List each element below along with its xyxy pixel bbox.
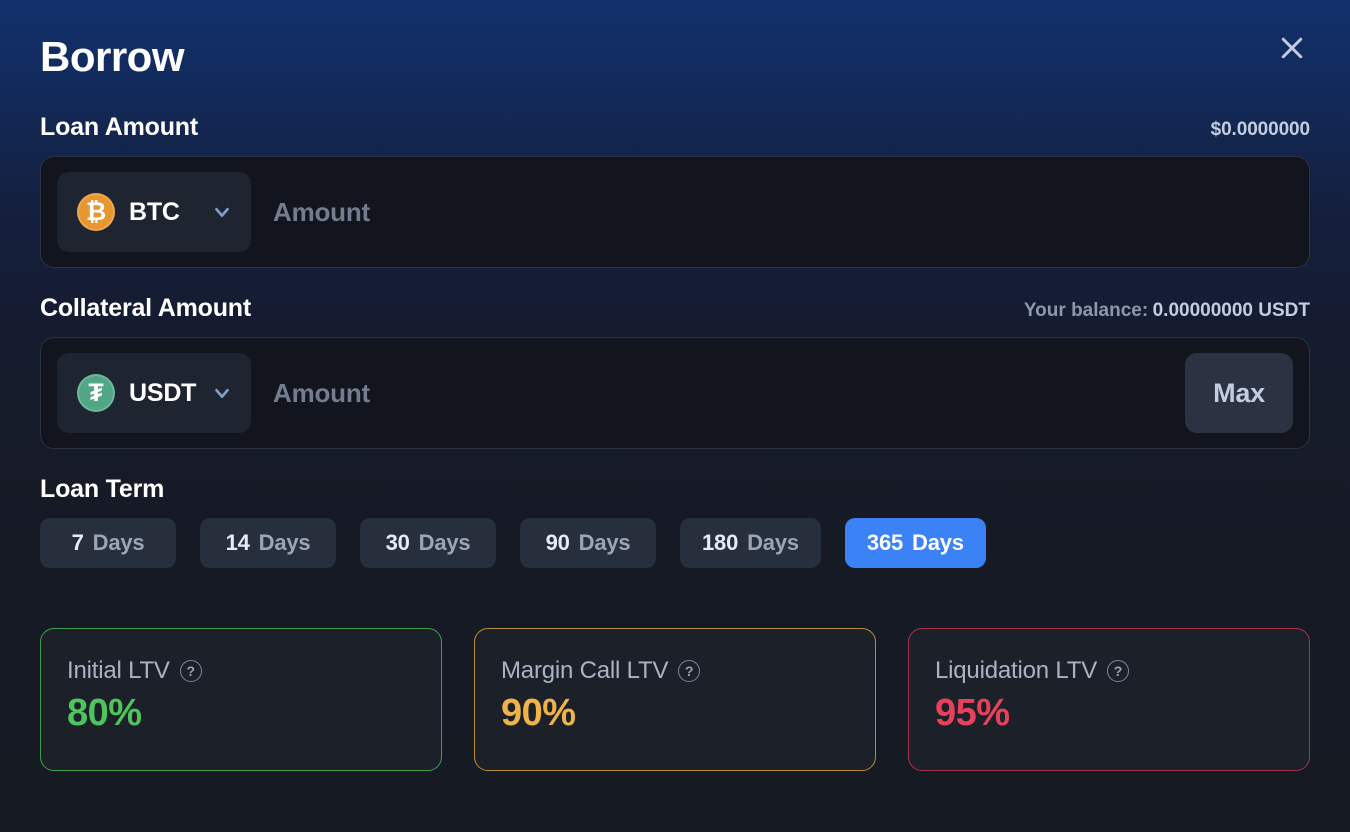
loan-term-options: 7 Days 14 Days 30 Days 90 Days 180 Days 365 Days	[40, 518, 1310, 568]
ltv-card-header: Liquidation LTV?	[935, 657, 1283, 685]
collateral-input-group: ₮ USDT Max	[40, 337, 1310, 449]
ltv-card: Liquidation LTV? 95%	[908, 628, 1310, 771]
loan-term-value: 14	[225, 530, 250, 555]
ltv-card-value: 95%	[935, 692, 1010, 734]
loan-term-value: 180	[702, 530, 739, 555]
loan-asset-label: BTC	[129, 197, 180, 226]
loan-amount-header: Loan Amount $0.0000000	[40, 113, 1310, 142]
ltv-card-header: Initial LTV?	[67, 657, 415, 685]
loan-term-unit: Days	[258, 530, 311, 555]
loan-term-option-180[interactable]: 180 Days	[680, 518, 821, 568]
collateral-amount-header: Collateral Amount Your balance: 0.000000…	[40, 294, 1310, 323]
loan-asset-selector[interactable]: ₿ BTC	[57, 172, 251, 252]
loan-term-value: 7	[71, 530, 84, 555]
loan-term-unit: Days	[747, 530, 799, 555]
loan-term-unit: Days	[418, 530, 471, 555]
loan-term-option-90[interactable]: 90 Days	[520, 518, 656, 568]
loan-amount-input-group: ₿ BTC	[40, 156, 1310, 268]
borrow-modal: Borrow Loan Amount $0.0000000 ₿ BTC Amou…	[0, 0, 1350, 832]
loan-term-header: Loan Term	[40, 475, 1310, 504]
loan-term-option-7[interactable]: 7 Days	[40, 518, 176, 568]
balance-label: Your balance:	[1023, 300, 1149, 321]
loan-term-value: 30	[385, 530, 410, 555]
ltv-card-title: Margin Call LTV	[501, 657, 669, 684]
loan-term-option-365[interactable]: 365 Days	[844, 518, 986, 568]
collateral-amount-input[interactable]	[251, 338, 1186, 448]
ltv-card: Margin Call LTV? 90%	[474, 628, 876, 771]
ltv-card-header: Margin Call LTV?	[501, 657, 849, 685]
tether-icon: ₮	[77, 374, 115, 412]
modal-body: Loan Amount $0.0000000 ₿ BTC Collateral …	[0, 113, 1350, 771]
close-icon[interactable]	[1272, 28, 1312, 68]
modal-header: Borrow	[0, 0, 1350, 113]
chevron-down-icon	[211, 382, 233, 404]
collateral-amount-label: Collateral Amount	[40, 294, 251, 322]
loan-term-option-14[interactable]: 14 Days	[200, 518, 336, 568]
loan-term-unit: Days	[578, 530, 631, 555]
bitcoin-icon: ₿	[77, 193, 115, 231]
loan-amount-usd-value: $0.0000000	[1210, 119, 1310, 140]
loan-term-label: Loan Term	[40, 475, 165, 503]
loan-term-value: 365	[866, 530, 904, 555]
loan-term-value: 90	[545, 530, 570, 555]
collateral-asset-label: USDT	[129, 378, 197, 407]
ltv-card-value: 80%	[67, 692, 142, 734]
collateral-asset-selector[interactable]: ₮ USDT	[57, 353, 251, 433]
ltv-card-title: Initial LTV	[67, 657, 170, 684]
ltv-card-row: Initial LTV? 80% Margin Call LTV? 90% Liquid…	[40, 628, 1310, 771]
help-icon[interactable]: ?	[678, 660, 701, 682]
max-button[interactable]: Max	[1185, 353, 1293, 433]
chevron-down-icon	[211, 201, 233, 223]
help-icon[interactable]: ?	[1107, 660, 1130, 682]
collateral-balance: Your balance: 0.00000000 USDT	[1024, 300, 1310, 322]
ltv-card-value: 90%	[501, 692, 576, 734]
balance-value: 0.00000000 USDT	[1152, 300, 1310, 321]
loan-amount-label: Loan Amount	[40, 113, 198, 141]
help-icon[interactable]: ?	[179, 660, 202, 682]
loan-term-unit: Days	[92, 530, 145, 555]
loan-term-option-30[interactable]: 30 Days	[360, 518, 496, 568]
loan-amount-input[interactable]	[251, 157, 1293, 267]
ltv-card: Initial LTV? 80%	[40, 628, 442, 771]
ltv-card-title: Liquidation LTV	[935, 657, 1098, 684]
page-title: Borrow	[40, 32, 185, 80]
loan-term-unit: Days	[912, 530, 964, 555]
